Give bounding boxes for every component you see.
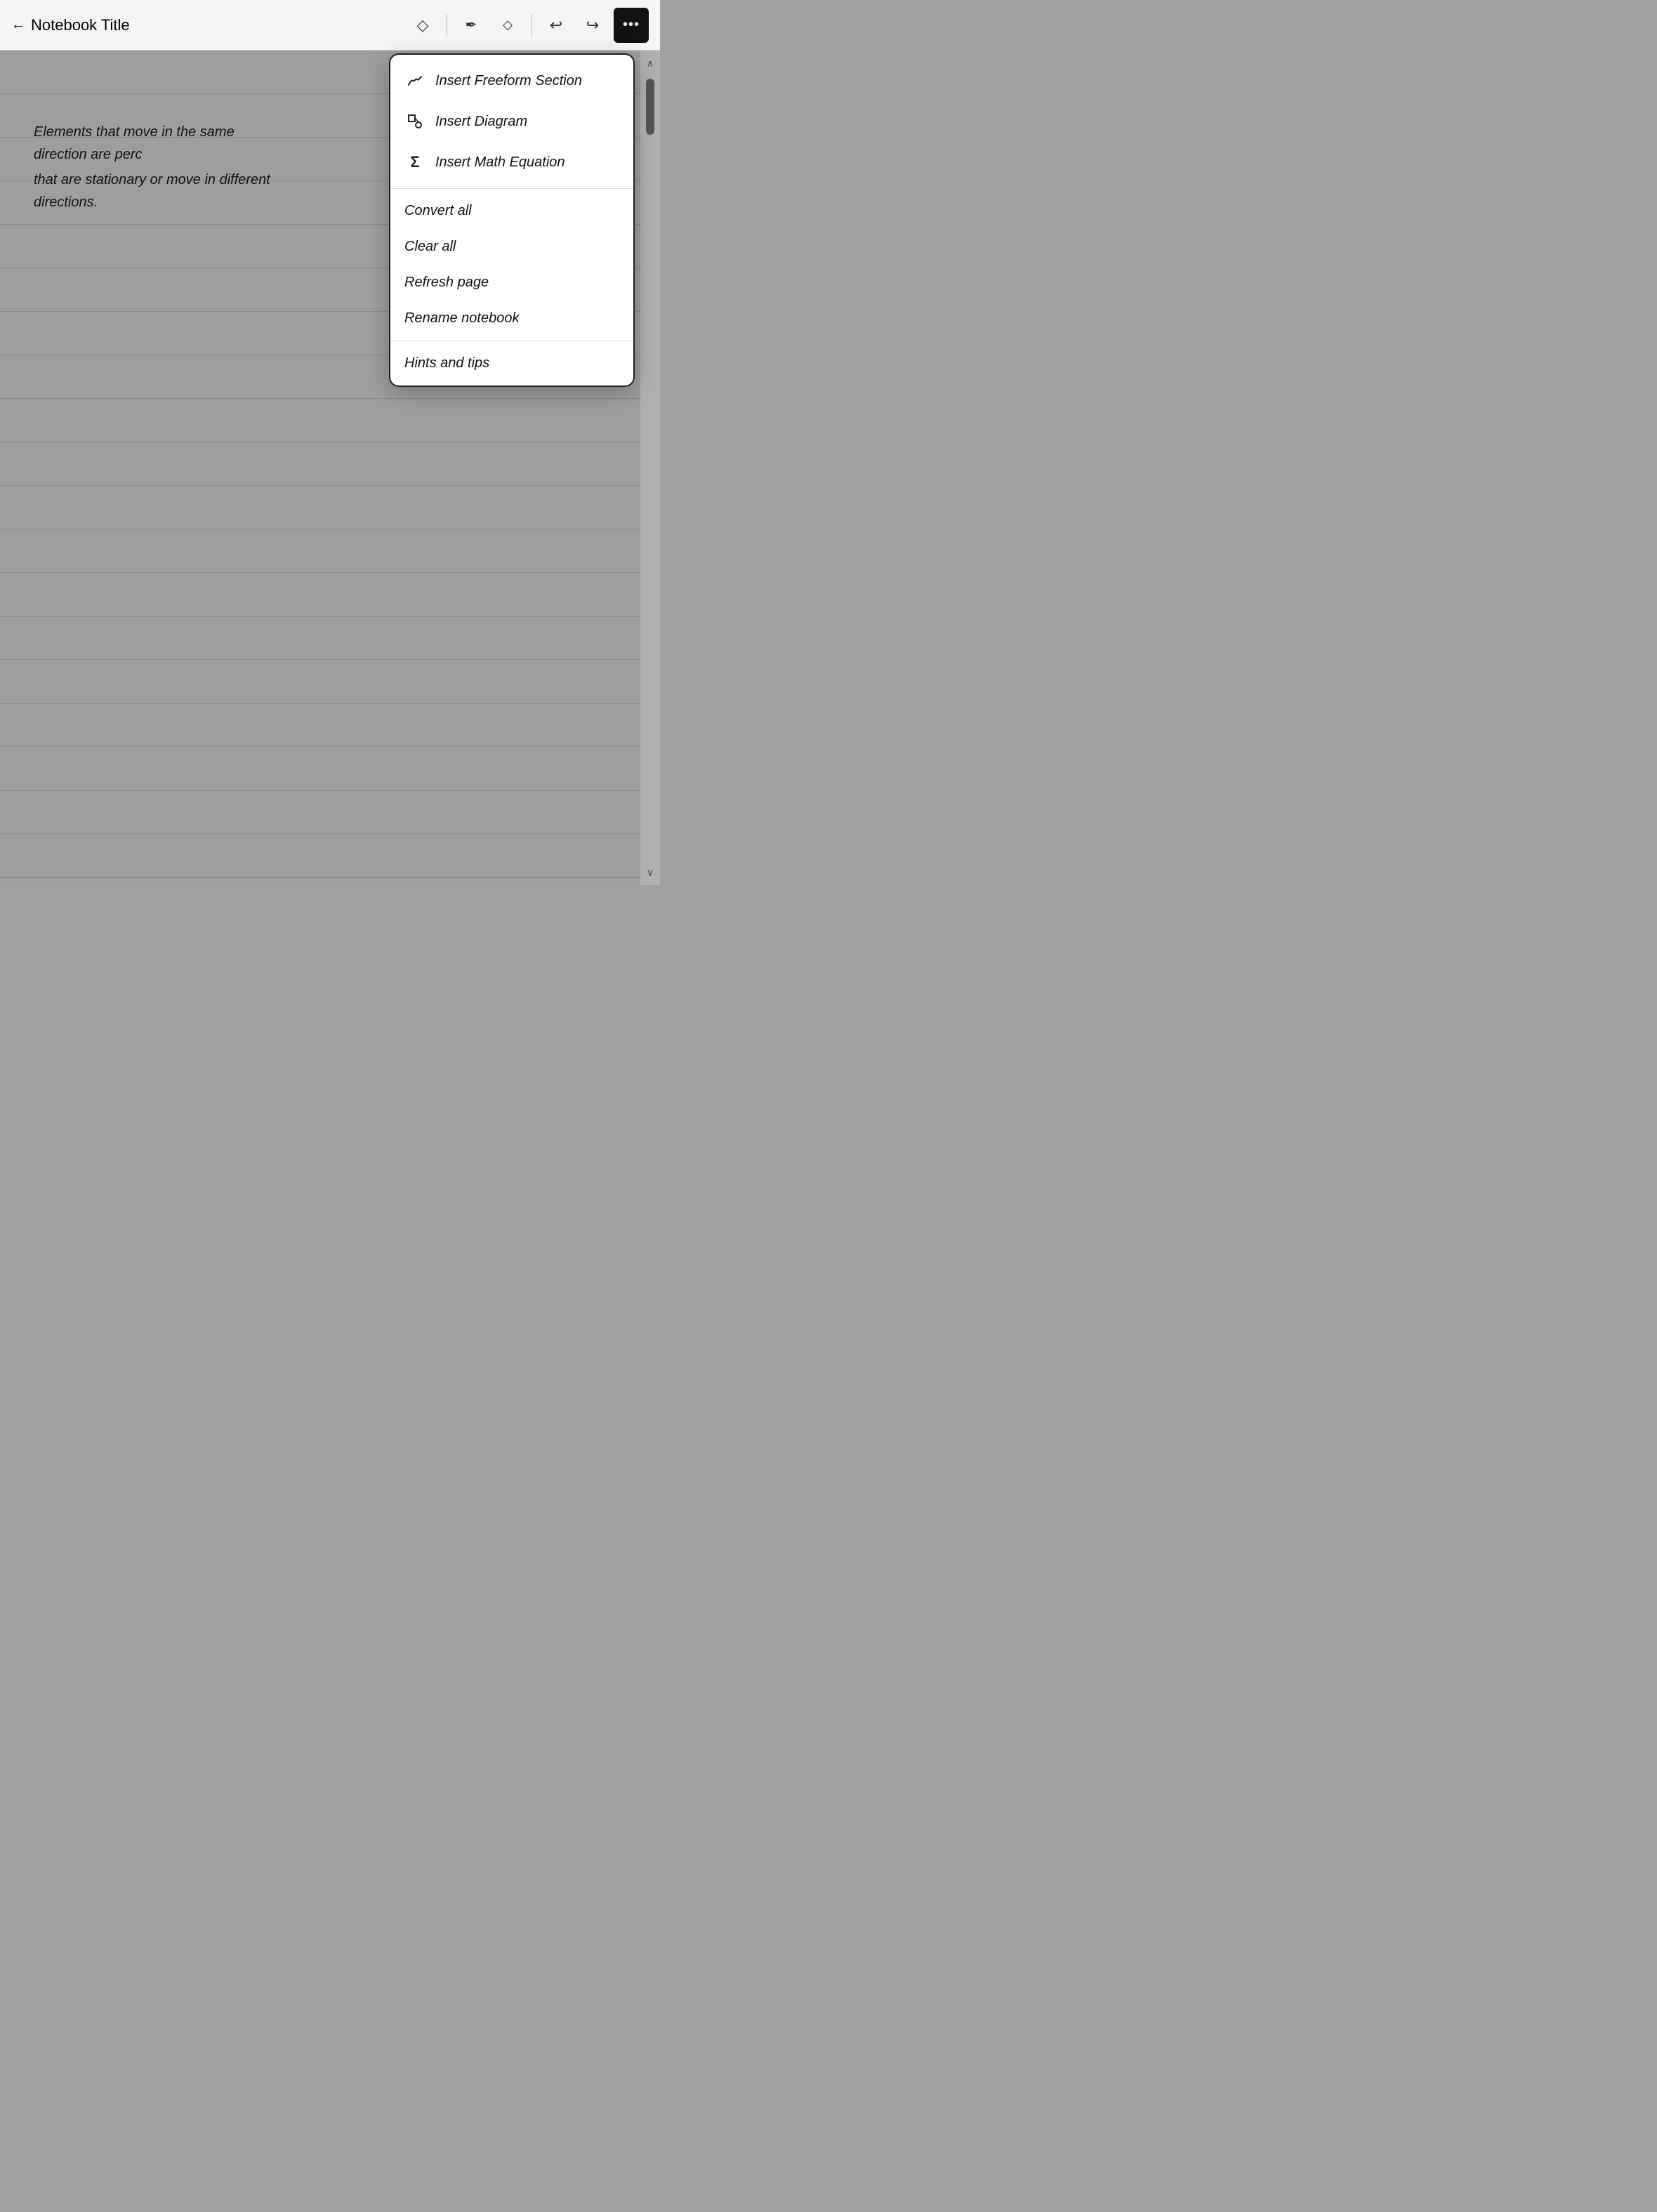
ruled-line (0, 791, 640, 834)
ruled-line (0, 529, 640, 573)
menu-refresh-page[interactable]: Refresh page (390, 265, 633, 301)
math-icon: Σ (404, 152, 425, 173)
ruled-line (0, 486, 640, 529)
notebook-title: Notebook Title (31, 16, 130, 34)
insert-freeform-label: Insert Freeform Section (435, 73, 582, 89)
redo-icon: ↪ (586, 16, 599, 34)
back-arrow-icon: ← (11, 17, 25, 33)
toolbar: ← Notebook Title ◇ ✒ ◇ ↩ ↪ ••• (0, 0, 660, 51)
rename-notebook-label: Rename notebook (404, 310, 519, 327)
eraser-icon: ◇ (503, 18, 513, 32)
menu-insert-freeform[interactable]: Insert Freeform Section (390, 60, 633, 101)
scrollbar: ∧ ∨ (640, 51, 660, 885)
menu-hints-tips[interactable]: Hints and tips (390, 345, 633, 381)
scroll-down-button[interactable]: ∨ (640, 860, 660, 885)
hints-tips-label: Hints and tips (404, 355, 489, 371)
scroll-up-icon: ∧ (647, 58, 654, 70)
back-button[interactable]: ← (11, 17, 25, 33)
freeform-icon (404, 70, 425, 91)
refresh-page-label: Refresh page (404, 275, 489, 291)
toolbar-right: ◇ ✒ ◇ ↩ ↪ ••• (407, 8, 649, 43)
ruled-line (0, 834, 640, 878)
redo-button[interactable]: ↪ (577, 10, 608, 41)
pen-button[interactable]: ✒ (456, 10, 487, 41)
ruled-line (0, 660, 640, 704)
undo-icon: ↩ (550, 16, 562, 34)
ruled-line (0, 747, 640, 791)
scroll-thumb[interactable] (646, 79, 654, 135)
bookmark-button[interactable]: ◇ (407, 10, 438, 41)
menu-insert-diagram[interactable]: Insert Diagram (390, 101, 633, 142)
bookmark-icon: ◇ (417, 16, 429, 34)
menu-rename-notebook[interactable]: Rename notebook (390, 301, 633, 336)
ruled-line (0, 442, 640, 486)
ruled-line (0, 573, 640, 617)
page-text: Elements that move in the same direction… (34, 121, 275, 213)
eraser-button[interactable]: ◇ (492, 10, 523, 41)
dropdown-menu: Insert Freeform Section Insert Diagram Σ… (389, 53, 635, 387)
menu-convert-all[interactable]: Convert all (390, 193, 633, 229)
more-button[interactable]: ••• (614, 8, 649, 43)
menu-actions-section: Convert all Clear all Refresh page Renam… (390, 189, 633, 341)
ruled-line (0, 617, 640, 660)
pen-icon: ✒ (466, 16, 477, 34)
diagram-icon (404, 111, 425, 132)
insert-math-label: Insert Math Equation (435, 154, 565, 171)
convert-all-label: Convert all (404, 203, 472, 219)
clear-all-label: Clear all (404, 239, 456, 255)
page-text-line1: Elements that move in the same direction… (34, 121, 275, 166)
undo-button[interactable]: ↩ (541, 10, 572, 41)
toolbar-left: ← Notebook Title (11, 16, 407, 34)
insert-diagram-label: Insert Diagram (435, 114, 527, 130)
scroll-up-button[interactable]: ∧ (640, 51, 660, 76)
page-text-line2: that are stationary or move in different… (34, 169, 275, 213)
menu-insert-section: Insert Freeform Section Insert Diagram Σ… (390, 55, 633, 189)
menu-clear-all[interactable]: Clear all (390, 229, 633, 265)
more-icon: ••• (623, 17, 640, 33)
menu-insert-math[interactable]: Σ Insert Math Equation (390, 142, 633, 183)
ruled-line (0, 399, 640, 442)
menu-hints-section: Hints and tips (390, 341, 633, 386)
scroll-down-icon: ∨ (647, 867, 654, 878)
ruled-line (0, 704, 640, 747)
